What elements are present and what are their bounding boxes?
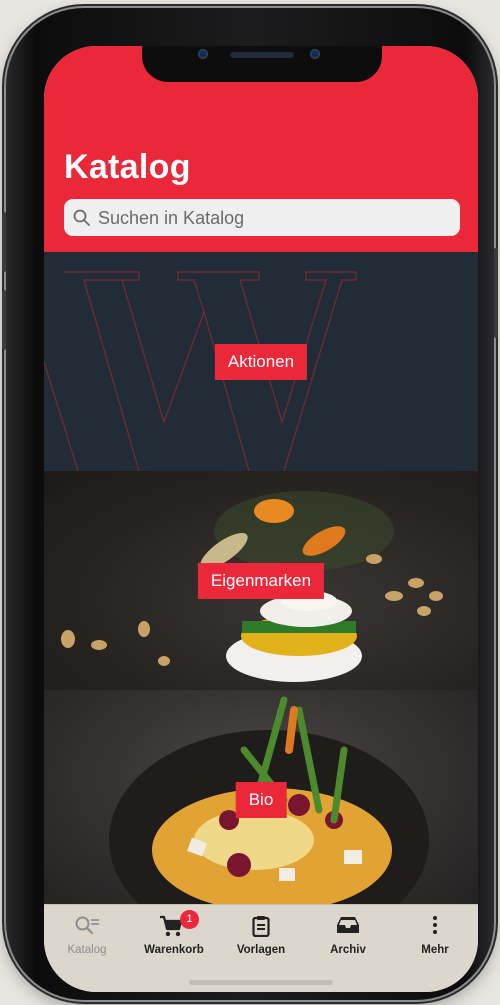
search-input[interactable] <box>96 199 452 238</box>
volume-down-button <box>2 290 6 350</box>
category-label: Bio <box>235 781 287 818</box>
more-vertical-icon <box>433 916 437 934</box>
clipboard-icon <box>252 916 270 937</box>
search-bar[interactable] <box>64 199 460 238</box>
category-bio[interactable]: Bio <box>44 690 478 909</box>
category-aktionen[interactable]: Aktionen <box>44 252 478 471</box>
cart-count-badge: 1 <box>180 910 199 929</box>
home-indicator[interactable] <box>189 980 333 985</box>
category-label: Aktionen <box>214 343 308 380</box>
tab-label: Katalog <box>67 944 107 956</box>
tab-mehr[interactable]: Mehr <box>392 905 478 965</box>
tab-label: Vorlagen <box>236 944 286 956</box>
tab-archiv[interactable]: Archiv <box>305 905 391 965</box>
tab-bar: Katalog 1 Warenkorb Vorlagen Archiv Mehr <box>44 904 478 992</box>
search-icon <box>73 209 90 226</box>
inbox-tray-icon <box>337 917 359 933</box>
tab-warenkorb[interactable]: 1 Warenkorb <box>131 905 217 965</box>
volume-up-button <box>2 212 6 272</box>
front-camera <box>198 49 208 59</box>
category-eigenmarken[interactable]: Eigenmarken <box>44 471 478 690</box>
app-screen: Katalog Aktionen <box>44 46 478 992</box>
page-title: Katalog <box>64 148 191 186</box>
tab-label: Warenkorb <box>144 944 204 956</box>
category-label: Eigenmarken <box>197 562 325 599</box>
tab-label: Archiv <box>330 944 366 956</box>
search-list-icon <box>75 916 99 935</box>
tab-label: Mehr <box>421 944 449 956</box>
power-button <box>494 248 498 338</box>
tab-vorlagen[interactable]: Vorlagen <box>218 905 304 965</box>
notch <box>142 46 382 82</box>
phone-frame: Katalog Aktionen <box>2 8 498 1000</box>
tab-katalog[interactable]: Katalog <box>44 905 130 965</box>
speaker <box>230 52 294 58</box>
face-sensor <box>310 49 320 59</box>
